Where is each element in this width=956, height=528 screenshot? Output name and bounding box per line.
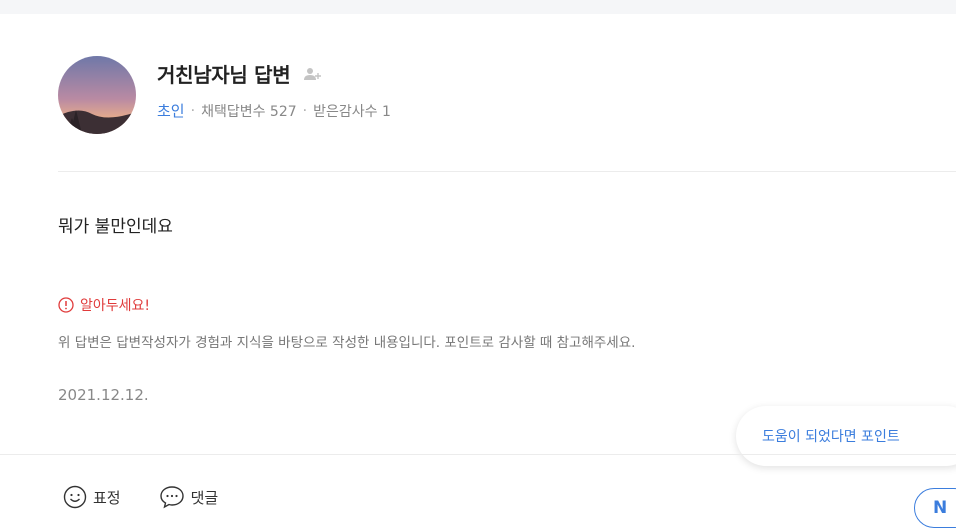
meta-separator: · (302, 102, 308, 119)
notice-title-text: 알아두세요! (80, 298, 151, 314)
naver-n-button[interactable]: N (914, 488, 956, 528)
name-row: 거친남자님 답변 (157, 59, 391, 88)
answer-body: 뭐가 불만인데요 (58, 217, 173, 237)
answer-card: 거친남자님 답변 초인 · 채택답변수 527 · 받은감사수 1 뭐가 불만인… (0, 14, 956, 528)
answerer-name[interactable]: 거친남자님 답변 (157, 59, 291, 88)
sunset-landscape-avatar-icon (58, 56, 136, 134)
comment-bubble-icon (159, 486, 184, 509)
point-thanks-button[interactable]: 도움이 되었다면 포인트 (736, 406, 956, 466)
smile-icon (63, 485, 87, 509)
notice-text: 위 답변은 답변작성자가 경험과 지식을 바탕으로 작성한 내용입니다. 포인트… (58, 335, 636, 351)
answer-actions: 표정 댓글 (63, 485, 256, 509)
add-user-icon[interactable] (304, 67, 322, 81)
comment-button[interactable]: 댓글 (159, 485, 219, 509)
answer-date: 2021.12.12. (58, 386, 149, 404)
selected-answers-count: 채택답변수 527 (201, 103, 297, 120)
notice-title: 알아두세요! (58, 295, 150, 315)
comment-label: 댓글 (190, 488, 219, 507)
avatar[interactable] (58, 56, 136, 134)
emotion-button[interactable]: 표정 (63, 485, 121, 509)
grade-badge[interactable]: 초인 (157, 100, 185, 121)
emotion-label: 표정 (93, 488, 121, 507)
thanks-count: 받은감사수 1 (313, 103, 391, 120)
profile-info: 거친남자님 답변 초인 · 채택답변수 527 · 받은감사수 1 (157, 56, 391, 121)
point-prompt-text: 도움이 되었다면 포인트 (762, 429, 900, 445)
actions-divider (0, 454, 956, 455)
alert-circle-icon (58, 297, 74, 313)
page: 거친남자님 답변 초인 · 채택답변수 527 · 받은감사수 1 뭐가 불만인… (0, 0, 956, 528)
answerer-profile: 거친남자님 답변 초인 · 채택답변수 527 · 받은감사수 1 (58, 56, 391, 146)
n-button-label: N (933, 498, 948, 518)
answerer-meta: 초인 · 채택답변수 527 · 받은감사수 1 (157, 100, 391, 121)
meta-separator: · (190, 102, 196, 119)
profile-divider (58, 171, 956, 172)
